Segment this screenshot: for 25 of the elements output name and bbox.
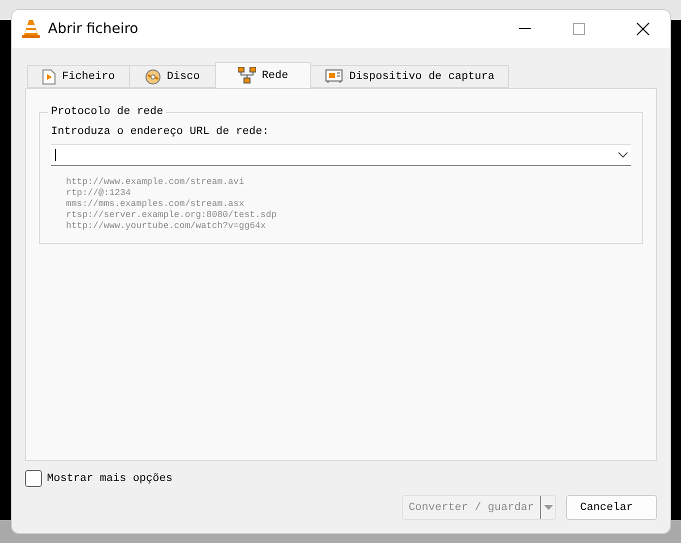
- minimize-icon: [519, 28, 531, 30]
- example-url: rtsp://server.example.org:8080/test.sdp: [66, 210, 278, 221]
- network-icon: [238, 67, 256, 84]
- group-title: Protocolo de rede: [50, 106, 164, 118]
- tab[interactable]: Dispositivo de captura: [310, 65, 510, 88]
- field-label: Introduza o endereço URL de rede:: [51, 126, 270, 138]
- maximize-icon: [573, 23, 585, 35]
- example-url: mms://mms.examples.com/stream.asx: [66, 199, 246, 210]
- dropdown-arrow-icon: [544, 505, 552, 510]
- document-play-icon: [42, 68, 56, 84]
- checkbox-label: Mostrar mais opções: [47, 472, 172, 484]
- example-url: http://www.yourtube.com/watch?v=gg64x: [66, 221, 267, 232]
- disc-icon: [144, 68, 161, 84]
- example-url: http://www.example.com/stream.avi: [66, 177, 246, 188]
- tab[interactable]: Disco: [128, 65, 216, 88]
- tab[interactable]: Ficheiro: [27, 65, 130, 88]
- tab[interactable]: Rede: [214, 62, 312, 88]
- window-title: Abrir ficheiro: [48, 21, 140, 37]
- example-url: rtp://@:1234: [66, 188, 132, 199]
- cancel-button[interactable]: Cancelar: [566, 495, 657, 520]
- capture-card-icon: [325, 69, 344, 84]
- url-combo-box[interactable]: [51, 144, 631, 166]
- close-icon: [636, 22, 650, 36]
- traffic-cone-icon: [22, 19, 40, 39]
- checkbox[interactable]: [25, 470, 42, 487]
